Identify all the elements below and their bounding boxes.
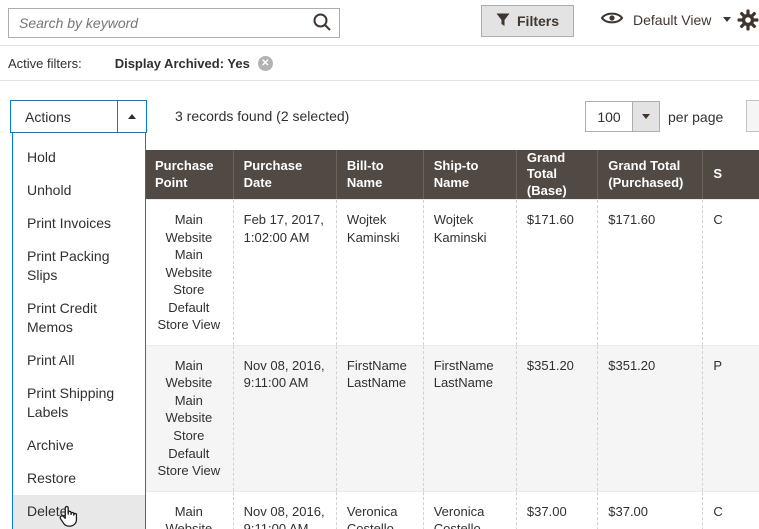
view-switcher[interactable]: Default View (600, 10, 732, 29)
funnel-icon (496, 13, 510, 30)
menu-item-print-all[interactable]: Print All (13, 344, 145, 377)
keyword-search (8, 8, 340, 38)
cell-ship-to-name: FirstName LastName (422, 345, 516, 491)
cell-grand-total-base: $37.00 (515, 491, 597, 529)
view-switcher-label: Default View (633, 11, 712, 28)
search-icon (312, 12, 332, 35)
menu-item-hold[interactable]: Hold (13, 141, 145, 174)
caret-down-icon (642, 114, 650, 119)
search-input[interactable] (9, 15, 305, 31)
cell-purchase-point: Main Website Main Website Store Default … (157, 357, 221, 479)
active-filters-label: Active filters: (8, 55, 82, 71)
menu-item-print-packing-slips[interactable]: Print Packing Slips (13, 240, 145, 292)
actions-button-label: Actions (25, 108, 71, 125)
orders-grid-page: Filters Default View (0, 0, 759, 529)
actions-caret-segment[interactable] (117, 101, 146, 132)
active-filter-chip: Display Archived: Yes ✕ (114, 55, 273, 71)
cell-ship-to-name: Veronica Costello (422, 491, 516, 529)
records-summary: 3 records found (2 selected) (175, 108, 350, 124)
filters-button-label: Filters (517, 13, 560, 29)
cell-grand-total-base: $171.60 (515, 200, 597, 345)
cell-grand-total-purchased: $171.60 (597, 200, 702, 345)
menu-item-delete[interactable]: Delete (13, 495, 145, 529)
menu-item-print-shipping-labels[interactable]: Print Shipping Labels (13, 377, 145, 429)
menu-item-restore[interactable]: Restore (13, 462, 145, 495)
column-header-bill-to-name[interactable]: Bill-to Name (335, 150, 423, 199)
menu-item-print-invoices[interactable]: Print Invoices (13, 207, 145, 240)
cell-purchase-date: Nov 08, 2016, 9:11:00 AM (232, 345, 336, 491)
table-row[interactable]: Main Website Main Website Store Default … (145, 490, 759, 529)
cell-status: C (702, 491, 759, 529)
filters-button[interactable]: Filters (481, 5, 575, 37)
cell-grand-total-purchased: $351.20 (597, 345, 702, 491)
table-row[interactable]: Main Website Main Website Store Default … (145, 199, 759, 345)
menu-item-archive[interactable]: Archive (13, 429, 145, 462)
cell-grand-total-purchased: $37.00 (597, 491, 702, 529)
column-header-grand-total-base[interactable]: Grand Total (Base) (515, 150, 597, 199)
cell-bill-to-name: FirstName LastName (335, 345, 423, 491)
column-header-ship-to-name[interactable]: Ship-to Name (422, 150, 516, 199)
cell-purchase-point: Main Website Main Website Store Default … (165, 503, 213, 529)
cell-status: P (702, 345, 759, 491)
cell-purchase-date: Nov 08, 2016, 9:11:00 AM (232, 491, 336, 529)
gear-icon (737, 9, 759, 35)
column-header-purchase-date[interactable]: Purchase Date (232, 150, 336, 199)
per-page-label: per page (668, 109, 724, 125)
column-header-grand-total-purchased[interactable]: Grand Total (Purchased) (597, 150, 702, 199)
cell-purchase-date: Feb 17, 2017, 1:02:00 AM (232, 200, 336, 345)
menu-item-print-credit-memos[interactable]: Print Credit Memos (13, 292, 145, 344)
table-row[interactable]: Main Website Main Website Store Default … (145, 344, 759, 491)
menu-item-unhold[interactable]: Unhold (13, 174, 145, 207)
cell-ship-to-name: Wojtek Kaminski (422, 200, 516, 345)
per-page-caret-segment[interactable] (632, 102, 659, 131)
cell-status: C (702, 200, 759, 345)
column-header-status[interactable]: S (702, 150, 759, 199)
settings-gear-button[interactable] (737, 9, 759, 31)
cell-bill-to-name: Veronica Costello (335, 491, 423, 529)
search-button[interactable] (305, 9, 339, 37)
table-header-row: Purchase Point Purchase Date Bill-to Nam… (145, 150, 759, 199)
column-header-purchase-point[interactable]: Purchase Point (145, 150, 233, 199)
remove-filter-icon[interactable]: ✕ (257, 55, 273, 71)
chevron-down-icon (723, 17, 732, 22)
cell-grand-total-base: $351.20 (515, 345, 597, 491)
orders-table: Purchase Point Purchase Date Bill-to Nam… (145, 150, 759, 529)
actions-dropdown-button[interactable]: Actions (10, 100, 147, 133)
hand-pointer-cursor-icon (57, 504, 79, 529)
active-filter-text: Display Archived: Yes (114, 55, 250, 71)
actions-dropdown-menu: Hold Unhold Print Invoices Print Packing… (12, 132, 146, 529)
pagination-prev-button[interactable] (746, 100, 759, 132)
per-page-select[interactable]: 100 (585, 101, 660, 132)
caret-up-icon (128, 114, 136, 119)
cell-bill-to-name: Wojtek Kaminski (335, 200, 423, 345)
cell-purchase-point: Main Website Main Website Store Default … (157, 212, 221, 333)
active-filters-bar: Active filters: Display Archived: Yes ✕ (0, 46, 759, 81)
eye-icon (600, 10, 624, 29)
per-page-value: 100 (586, 102, 632, 131)
